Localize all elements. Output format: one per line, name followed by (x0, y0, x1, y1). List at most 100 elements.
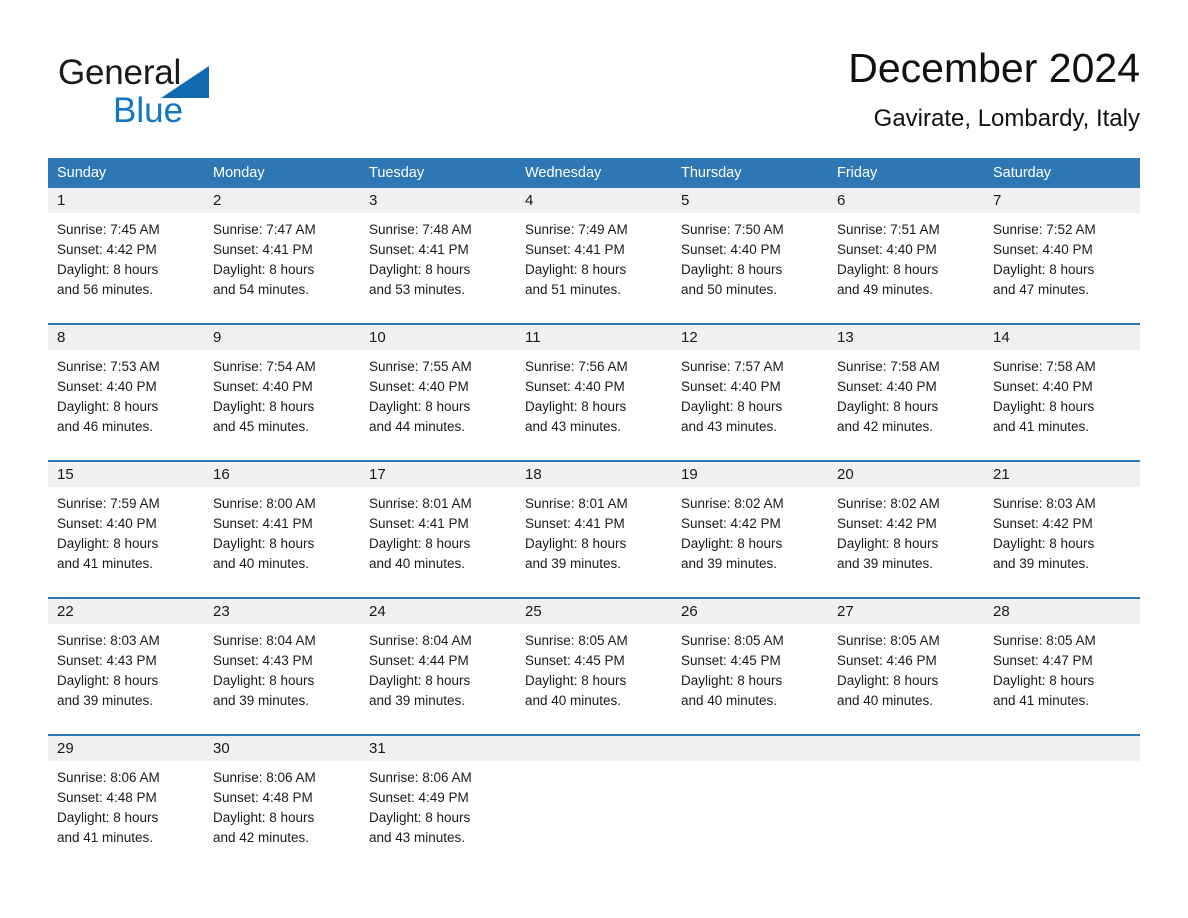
calendar-day-cell[interactable]: 7 Sunrise: 7:52 AM Sunset: 4:40 PM Daylight… (984, 188, 1140, 315)
sunset-text: Sunset: 4:40 PM (993, 242, 1093, 257)
calendar-day-cell[interactable]: 19 Sunrise: 8:02 AM Sunset: 4:42 PM Dayligh… (672, 462, 828, 589)
calendar-day-cell[interactable]: 6 Sunrise: 7:51 AM Sunset: 4:40 PM Daylight… (828, 188, 984, 315)
calendar-day-cell[interactable]: 3 Sunrise: 7:48 AM Sunset: 4:41 PM Daylight… (360, 188, 516, 315)
day-sun-info: Sunrise: 8:06 AM Sunset: 4:48 PM Daylight:… (204, 761, 360, 848)
day-sun-info: Sunrise: 8:01 AM Sunset: 4:41 PM Daylight:… (516, 487, 672, 574)
day-number: 1 (48, 188, 204, 213)
daylight-text-line1: Daylight: 8 hours (837, 536, 939, 551)
day-sun-info: Sunrise: 8:00 AM Sunset: 4:41 PM Daylight:… (204, 487, 360, 574)
sunrise-text: Sunrise: 8:00 AM (213, 496, 316, 511)
daylight-text-line2: and 49 minutes. (837, 282, 934, 297)
calendar-day-cell[interactable]: 30 Sunrise: 8:06 AM Sunset: 4:48 PM Dayligh… (204, 736, 360, 863)
calendar-day-cell[interactable]: 2 Sunrise: 7:47 AM Sunset: 4:41 PM Daylight… (204, 188, 360, 315)
daylight-text-line2: and 53 minutes. (369, 282, 466, 297)
calendar-day-cell[interactable]: 29 Sunrise: 8:06 AM Sunset: 4:48 PM Dayligh… (48, 736, 204, 863)
daylight-text-line2: and 44 minutes. (369, 419, 466, 434)
day-sun-info: Sunrise: 8:02 AM Sunset: 4:42 PM Daylight:… (828, 487, 984, 574)
sunset-text: Sunset: 4:42 PM (57, 242, 157, 257)
calendar-day-cell[interactable]: 20 Sunrise: 8:02 AM Sunset: 4:42 PM Dayligh… (828, 462, 984, 589)
daylight-text-line2: and 42 minutes. (837, 419, 934, 434)
sunset-text: Sunset: 4:48 PM (213, 790, 313, 805)
daylight-text-line1: Daylight: 8 hours (681, 262, 783, 277)
day-sun-info: Sunrise: 7:47 AM Sunset: 4:41 PM Daylight:… (204, 213, 360, 300)
calendar-day-cell[interactable]: 1 Sunrise: 7:45 AM Sunset: 4:42 PM Daylight… (48, 188, 204, 315)
general-blue-logo[interactable]: General Blue (58, 52, 358, 136)
daylight-text-line2: and 40 minutes. (213, 556, 310, 571)
sunset-text: Sunset: 4:40 PM (681, 242, 781, 257)
daylight-text-line2: and 39 minutes. (57, 693, 154, 708)
day-number: 6 (828, 188, 984, 213)
sunrise-text: Sunrise: 7:45 AM (57, 222, 160, 237)
daylight-text-line2: and 39 minutes. (369, 693, 466, 708)
day-number: 28 (984, 599, 1140, 624)
day-sun-info: Sunrise: 7:56 AM Sunset: 4:40 PM Daylight:… (516, 350, 672, 437)
day-number: 5 (672, 188, 828, 213)
sunset-text: Sunset: 4:43 PM (213, 653, 313, 668)
daylight-text-line2: and 54 minutes. (213, 282, 310, 297)
sunset-text: Sunset: 4:40 PM (681, 379, 781, 394)
calendar-day-cell[interactable]: 5 Sunrise: 7:50 AM Sunset: 4:40 PM Daylight… (672, 188, 828, 315)
daylight-text-line1: Daylight: 8 hours (837, 399, 939, 414)
calendar-day-cell-empty (672, 736, 828, 863)
sunset-text: Sunset: 4:40 PM (837, 242, 937, 257)
day-sun-info: Sunrise: 8:05 AM Sunset: 4:46 PM Daylight:… (828, 624, 984, 711)
day-number: 17 (360, 462, 516, 487)
sunset-text: Sunset: 4:41 PM (213, 242, 313, 257)
daylight-text-line1: Daylight: 8 hours (681, 399, 783, 414)
day-sun-info: Sunrise: 7:55 AM Sunset: 4:40 PM Daylight:… (360, 350, 516, 437)
calendar-day-cell[interactable]: 9 Sunrise: 7:54 AM Sunset: 4:40 PM Daylight… (204, 325, 360, 452)
weekday-header-saturday: Saturday (993, 165, 1052, 181)
day-number: 23 (204, 599, 360, 624)
daylight-text-line1: Daylight: 8 hours (369, 673, 471, 688)
sunset-text: Sunset: 4:48 PM (57, 790, 157, 805)
day-number: 7 (984, 188, 1140, 213)
calendar-day-cell[interactable]: 17 Sunrise: 8:01 AM Sunset: 4:41 PM Dayligh… (360, 462, 516, 589)
sunrise-text: Sunrise: 8:05 AM (681, 633, 784, 648)
sunset-text: Sunset: 4:40 PM (837, 379, 937, 394)
calendar-day-cell[interactable]: 21 Sunrise: 8:03 AM Sunset: 4:42 PM Dayligh… (984, 462, 1140, 589)
calendar-day-cell[interactable]: 31 Sunrise: 8:06 AM Sunset: 4:49 PM Dayligh… (360, 736, 516, 863)
sunrise-text: Sunrise: 8:01 AM (369, 496, 472, 511)
daylight-text-line1: Daylight: 8 hours (525, 673, 627, 688)
calendar-day-cell[interactable]: 18 Sunrise: 8:01 AM Sunset: 4:41 PM Dayligh… (516, 462, 672, 589)
calendar-day-cell[interactable]: 23 Sunrise: 8:04 AM Sunset: 4:43 PM Dayligh… (204, 599, 360, 726)
calendar-day-cell[interactable]: 24 Sunrise: 8:04 AM Sunset: 4:44 PM Dayligh… (360, 599, 516, 726)
sunset-text: Sunset: 4:42 PM (837, 516, 937, 531)
day-sun-info: Sunrise: 7:50 AM Sunset: 4:40 PM Daylight:… (672, 213, 828, 300)
calendar-day-cell[interactable]: 22 Sunrise: 8:03 AM Sunset: 4:43 PM Dayligh… (48, 599, 204, 726)
daylight-text-line2: and 40 minutes. (681, 693, 778, 708)
day-sun-info: Sunrise: 7:51 AM Sunset: 4:40 PM Daylight:… (828, 213, 984, 300)
sunrise-text: Sunrise: 7:59 AM (57, 496, 160, 511)
calendar-day-cell[interactable]: 28 Sunrise: 8:05 AM Sunset: 4:47 PM Dayligh… (984, 599, 1140, 726)
sunset-text: Sunset: 4:41 PM (525, 242, 625, 257)
daylight-text-line1: Daylight: 8 hours (213, 810, 315, 825)
calendar-day-cell[interactable]: 26 Sunrise: 8:05 AM Sunset: 4:45 PM Dayligh… (672, 599, 828, 726)
day-sun-info: Sunrise: 8:04 AM Sunset: 4:44 PM Daylight:… (360, 624, 516, 711)
sunset-text: Sunset: 4:43 PM (57, 653, 157, 668)
day-sun-info: Sunrise: 7:57 AM Sunset: 4:40 PM Daylight:… (672, 350, 828, 437)
calendar-day-cell[interactable]: 16 Sunrise: 8:00 AM Sunset: 4:41 PM Dayligh… (204, 462, 360, 589)
calendar-day-cell[interactable]: 13 Sunrise: 7:58 AM Sunset: 4:40 PM Dayligh… (828, 325, 984, 452)
sunset-text: Sunset: 4:41 PM (369, 242, 469, 257)
day-number: 27 (828, 599, 984, 624)
sunrise-text: Sunrise: 7:49 AM (525, 222, 628, 237)
calendar-day-cell[interactable]: 27 Sunrise: 8:05 AM Sunset: 4:46 PM Dayligh… (828, 599, 984, 726)
calendar-day-cell[interactable]: 8 Sunrise: 7:53 AM Sunset: 4:40 PM Daylight… (48, 325, 204, 452)
calendar-day-cell-empty (828, 736, 984, 863)
daylight-text-line2: and 41 minutes. (57, 556, 154, 571)
sunset-text: Sunset: 4:42 PM (993, 516, 1093, 531)
calendar-day-cell[interactable]: 12 Sunrise: 7:57 AM Sunset: 4:40 PM Dayligh… (672, 325, 828, 452)
calendar-day-cell[interactable]: 25 Sunrise: 8:05 AM Sunset: 4:45 PM Dayligh… (516, 599, 672, 726)
sunrise-text: Sunrise: 7:52 AM (993, 222, 1096, 237)
calendar-day-cell[interactable]: 4 Sunrise: 7:49 AM Sunset: 4:41 PM Daylight… (516, 188, 672, 315)
calendar-day-cell[interactable]: 11 Sunrise: 7:56 AM Sunset: 4:40 PM Dayligh… (516, 325, 672, 452)
calendar-day-cell[interactable]: 14 Sunrise: 7:58 AM Sunset: 4:40 PM Dayligh… (984, 325, 1140, 452)
sunrise-text: Sunrise: 8:06 AM (369, 770, 472, 785)
calendar-day-cell[interactable]: 10 Sunrise: 7:55 AM Sunset: 4:40 PM Dayligh… (360, 325, 516, 452)
day-sun-info: Sunrise: 8:06 AM Sunset: 4:49 PM Daylight:… (360, 761, 516, 848)
daylight-text-line2: and 47 minutes. (993, 282, 1090, 297)
day-sun-info: Sunrise: 8:03 AM Sunset: 4:42 PM Daylight:… (984, 487, 1140, 574)
daylight-text-line2: and 43 minutes. (369, 830, 466, 845)
location-subtitle: Gavirate, Lombardy, Italy (873, 105, 1140, 132)
calendar-day-cell[interactable]: 15 Sunrise: 7:59 AM Sunset: 4:40 PM Dayligh… (48, 462, 204, 589)
